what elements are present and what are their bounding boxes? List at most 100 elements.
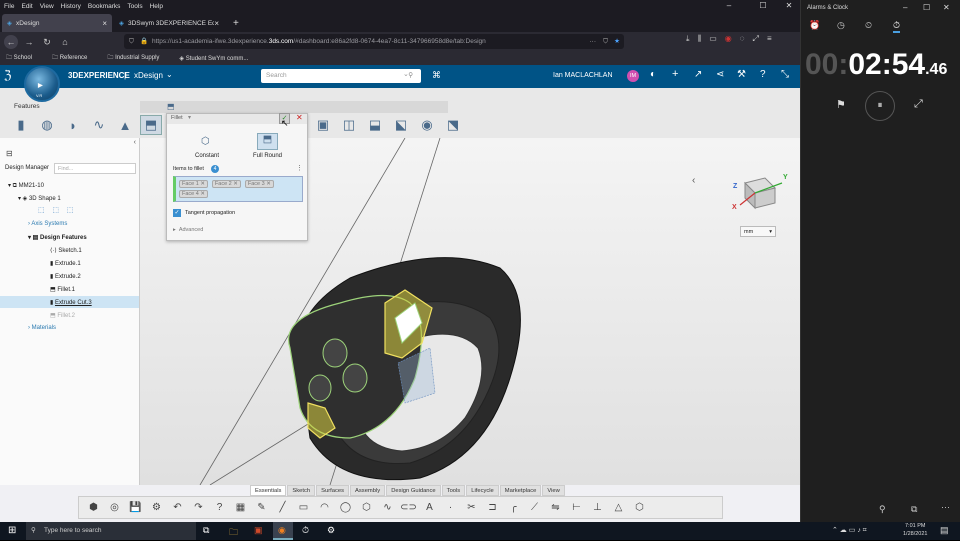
forward-icon[interactable]: → <box>22 35 36 49</box>
tab-xdesign[interactable]: ◈ xDesign × <box>2 14 112 32</box>
alarm-icon[interactable]: ⏰ <box>809 20 820 31</box>
world-clock-icon[interactable]: ◷ <box>837 20 845 31</box>
bookmark-star-icon[interactable]: ★ <box>614 34 620 49</box>
timer-icon[interactable]: ⏲ <box>865 20 872 31</box>
collapse-panel-icon[interactable]: ‹ <box>134 139 136 146</box>
menu-history[interactable]: History <box>61 3 81 10</box>
face-chip[interactable]: Face 1 ✕ <box>179 180 208 188</box>
tree-axis-systems[interactable]: › Axis Systems <box>28 221 67 227</box>
rib-icon[interactable]: ▲ <box>114 115 136 135</box>
close-window-button[interactable]: ✕ <box>778 0 800 12</box>
library-icon[interactable]: ⫼ <box>698 34 702 44</box>
close-tab-icon[interactable]: × <box>214 19 219 28</box>
face-chip[interactable]: Face 4 ✕ <box>179 190 208 198</box>
shape-icon[interactable]: ◎ <box>106 499 123 516</box>
tab-view[interactable]: View <box>542 485 565 496</box>
fillet-tool-icon[interactable]: ⬒ <box>140 115 162 135</box>
sidebar-icon[interactable]: ▭ <box>709 34 717 44</box>
taskbar-time[interactable]: 7:01 PM <box>905 523 925 529</box>
boolean-icon[interactable]: ⬔ <box>442 115 464 135</box>
features-tab[interactable]: Features <box>10 101 165 113</box>
user-name[interactable]: Ian MACLACHLAN <box>553 72 613 79</box>
firefox-taskbar-button[interactable]: ◉ <box>273 522 293 540</box>
chat-icon[interactable]: ◐ <box>650 69 656 80</box>
text-icon[interactable]: A <box>421 499 438 516</box>
tab-tools[interactable]: Tools <box>441 485 466 496</box>
tree-item-extrude-1[interactable]: ▮ Extrude.1 <box>50 260 81 267</box>
search-icon[interactable]: ⚲ <box>408 69 413 83</box>
close-tab-icon[interactable]: × <box>102 19 107 28</box>
tab-lifecycle[interactable]: Lifecycle <box>466 485 499 496</box>
rectangle-icon[interactable]: ▭ <box>295 499 312 516</box>
faces-selection-box[interactable]: Face 1 ✕ Face 2 ✕ Face 3 ✕ Face 4 ✕ <box>173 176 303 202</box>
point-icon[interactable]: · <box>442 499 459 516</box>
tree-item-fillet-2[interactable]: ⬒ Fillet.2 <box>50 312 75 319</box>
tab-surfaces[interactable]: Surfaces <box>316 485 350 496</box>
tab-assembly[interactable]: Assembly <box>350 485 386 496</box>
home-icon[interactable]: ⌂ <box>58 35 72 49</box>
tree-shape[interactable]: ▾ ◈ 3D Shape 1 <box>18 195 61 202</box>
undo-icon[interactable]: ↶ <box>169 499 186 516</box>
tools-icon[interactable]: ⚒ <box>737 69 746 80</box>
stopwatch-icon[interactable]: ⏱ <box>893 20 901 33</box>
lap-flag-icon[interactable]: ⚑ <box>836 98 846 111</box>
collapse-icon[interactable]: ⤡ <box>781 69 789 80</box>
bookmark-school[interactable]: 🗀 School <box>6 53 42 63</box>
tag-icon[interactable]: ⌘ <box>432 70 441 81</box>
tree-item-extrude-2[interactable]: ▮ Extrude.2 <box>50 273 81 280</box>
tree-design-features[interactable]: ▾ ▤ Design Features <box>28 234 87 241</box>
maximize-button[interactable]: ☐ <box>752 0 774 12</box>
find-input[interactable]: Find... <box>54 163 136 174</box>
minimize-button[interactable]: – <box>903 3 907 12</box>
constant-fillet-icon[interactable]: ⬡ <box>201 136 210 147</box>
redo-icon[interactable]: ↷ <box>190 499 207 516</box>
pencil-icon[interactable]: ✎ <box>253 499 270 516</box>
warning-icon[interactable]: △ <box>610 499 627 516</box>
save-icon[interactable]: 💾 <box>127 499 144 516</box>
bookmark-industrial-supply[interactable]: 🗀 Industrial Supply <box>107 53 169 63</box>
help-icon[interactable]: ? <box>760 69 766 80</box>
help-icon[interactable]: ? <box>211 499 228 516</box>
office-icon[interactable]: ▣ <box>254 525 263 536</box>
clock-app-taskbar-icon[interactable]: ⏱ <box>302 525 309 536</box>
menu-edit[interactable]: Edit <box>21 3 32 10</box>
network-icon[interactable]: ⋖ <box>716 69 724 80</box>
unit-select[interactable]: mm ▾ <box>740 226 776 237</box>
bookmark-reference[interactable]: 🗀 Reference <box>52 53 97 63</box>
download-icon[interactable]: ⤓ <box>686 34 690 44</box>
app-taskbar-icon[interactable]: ⚙ <box>327 525 335 536</box>
windows-start-icon[interactable]: ⊞ <box>8 525 16 536</box>
grid-icon[interactable]: ▦ <box>232 499 249 516</box>
avatar[interactable]: IM <box>627 70 639 82</box>
notification-icon[interactable]: ▤ <box>940 525 949 536</box>
tab-3dswym[interactable]: ◈ 3DSwym 3DEXPERIENCE Edu | ... × <box>114 14 224 32</box>
reload-icon[interactable]: ↻ <box>40 35 54 49</box>
fillet-sketch-icon[interactable]: ╭ <box>505 499 522 516</box>
dimension-icon[interactable]: ⊢ <box>568 499 585 516</box>
full-round-label[interactable]: Full Round <box>253 153 282 159</box>
chevron-down-icon[interactable]: ⌄ <box>403 70 409 78</box>
constraint-icon[interactable]: ⊥ <box>589 499 606 516</box>
face-chip[interactable]: Face 3 ✕ <box>244 180 274 188</box>
add-icon[interactable]: + <box>672 68 678 80</box>
sweep-icon[interactable]: ◗ <box>62 115 84 135</box>
tree-toggle-icon[interactable]: ⊟ <box>6 149 13 158</box>
line-icon[interactable]: ╱ <box>274 499 291 516</box>
pocket-icon[interactable]: ⛉ <box>603 34 608 49</box>
draft-icon[interactable]: ◫ <box>338 115 360 135</box>
settings-icon[interactable]: ⚙ <box>148 499 165 516</box>
tree-item-sketch[interactable]: ⟨·⟩ Sketch.1 <box>50 247 82 254</box>
new-tab-button[interactable]: + <box>228 14 242 32</box>
pattern-icon[interactable]: ⬓ <box>364 115 386 135</box>
more-icon[interactable]: ··· <box>590 34 597 49</box>
revolve-icon[interactable]: ◍ <box>36 115 58 135</box>
view-cube[interactable]: X Y Z <box>730 173 790 215</box>
expand-icon[interactable]: ⤢ <box>914 98 923 111</box>
circle-icon[interactable]: ◯ <box>337 499 354 516</box>
polygon-icon[interactable]: ⬡ <box>358 499 375 516</box>
advanced-section[interactable]: ▸ Advanced <box>173 227 203 233</box>
offset-icon[interactable]: ⊐ <box>484 499 501 516</box>
spline-icon[interactable]: ∿ <box>379 499 396 516</box>
mirror-icon[interactable]: ⬕ <box>390 115 412 135</box>
taskbar-search-input[interactable]: ⚲ Type here to search <box>26 522 196 540</box>
